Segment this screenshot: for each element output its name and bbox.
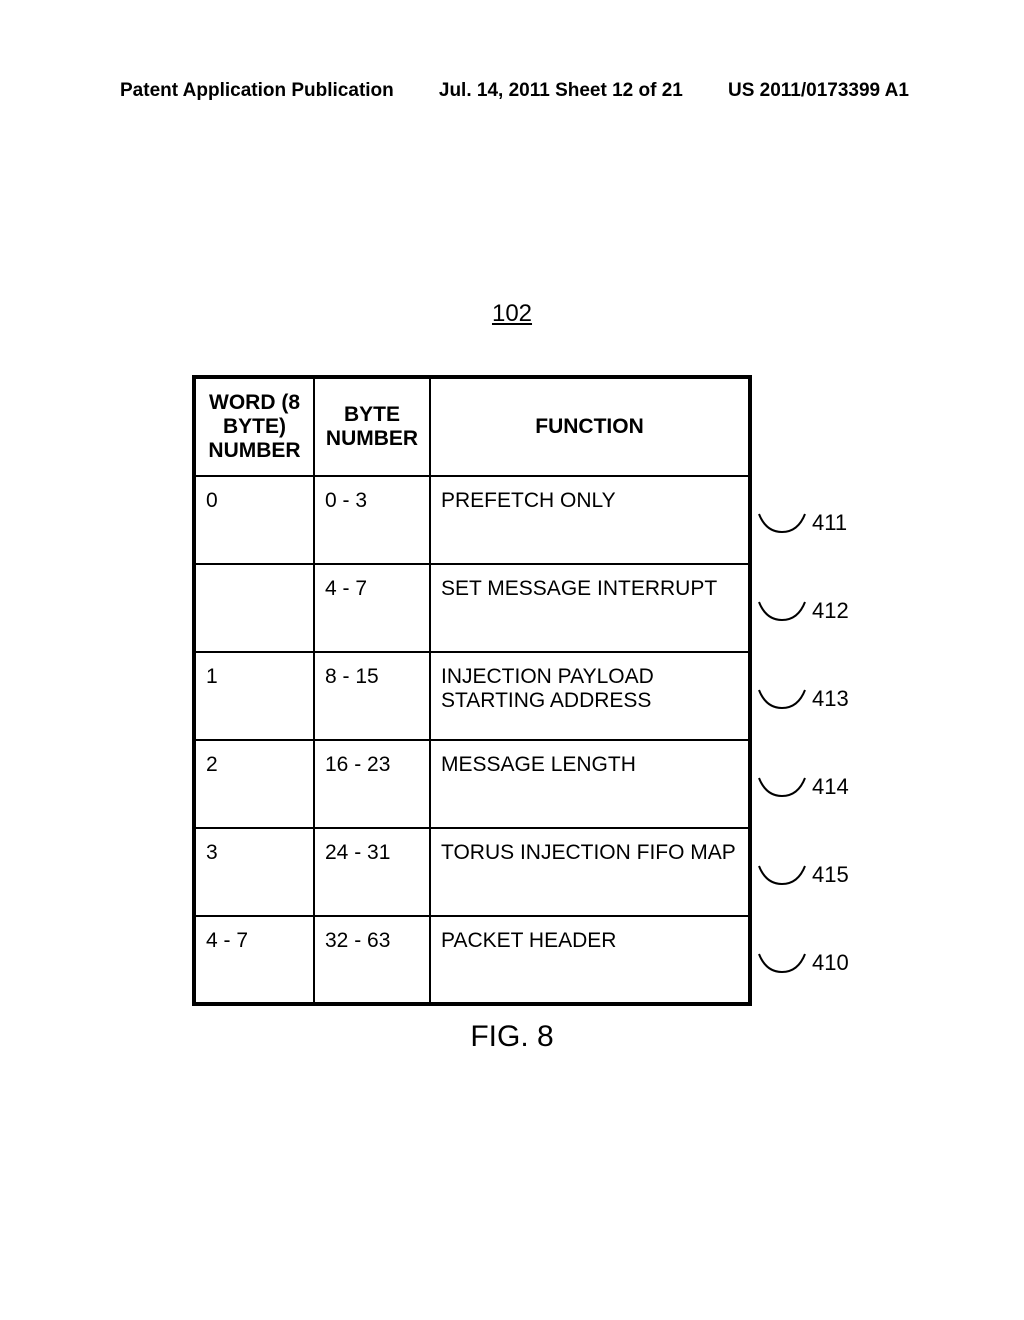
callout: 413 — [758, 686, 849, 712]
figure-caption: FIG. 8 — [470, 1020, 553, 1054]
table-row: 4 - 7 SET MESSAGE INTERRUPT — [194, 564, 750, 652]
callout-number: 414 — [812, 774, 849, 800]
callout-curve-icon — [758, 774, 806, 800]
table-row: 1 8 - 15 INJECTION PAYLOAD STARTING ADDR… — [194, 652, 750, 740]
callout: 411 — [758, 510, 847, 536]
header-left: Patent Application Publication — [120, 80, 394, 102]
callout-number: 415 — [812, 862, 849, 888]
table-row: 3 24 - 31 TORUS INJECTION FIFO MAP — [194, 828, 750, 916]
col-header-function: FUNCTION — [430, 377, 750, 476]
cell-word: 1 — [194, 652, 314, 740]
callout-curve-icon — [758, 510, 806, 536]
cell-word: 0 — [194, 476, 314, 564]
callout: 410 — [758, 950, 849, 976]
cell-word — [194, 564, 314, 652]
col-header-byte: BYTE NUMBER — [314, 377, 430, 476]
cell-word: 4 - 7 — [194, 916, 314, 1004]
callout-number: 413 — [812, 686, 849, 712]
page-header: Patent Application Publication Jul. 14, … — [0, 80, 1024, 102]
cell-byte: 4 - 7 — [314, 564, 430, 652]
cell-func: TORUS INJECTION FIFO MAP — [430, 828, 750, 916]
callout-number: 410 — [812, 950, 849, 976]
cell-func: INJECTION PAYLOAD STARTING ADDRESS — [430, 652, 750, 740]
descriptor-table-diagram: WORD (8 BYTE) NUMBER BYTE NUMBER FUNCTIO… — [192, 375, 752, 1006]
header-right: US 2011/0173399 A1 — [728, 80, 909, 102]
descriptor-table: WORD (8 BYTE) NUMBER BYTE NUMBER FUNCTIO… — [192, 375, 752, 1006]
callout-curve-icon — [758, 950, 806, 976]
cell-word: 3 — [194, 828, 314, 916]
col-header-word: WORD (8 BYTE) NUMBER — [194, 377, 314, 476]
cell-func: MESSAGE LENGTH — [430, 740, 750, 828]
cell-byte: 0 - 3 — [314, 476, 430, 564]
cell-word: 2 — [194, 740, 314, 828]
callout-number: 412 — [812, 598, 849, 624]
callout: 414 — [758, 774, 849, 800]
cell-byte: 32 - 63 — [314, 916, 430, 1004]
cell-func: SET MESSAGE INTERRUPT — [430, 564, 750, 652]
table-row: 4 - 7 32 - 63 PACKET HEADER — [194, 916, 750, 1004]
callout: 415 — [758, 862, 849, 888]
callout-curve-icon — [758, 862, 806, 888]
cell-func: PACKET HEADER — [430, 916, 750, 1004]
figure-reference-number: 102 — [492, 300, 532, 328]
table-row: 2 16 - 23 MESSAGE LENGTH — [194, 740, 750, 828]
callout-number: 411 — [812, 510, 847, 536]
cell-func: PREFETCH ONLY — [430, 476, 750, 564]
cell-byte: 24 - 31 — [314, 828, 430, 916]
cell-byte: 16 - 23 — [314, 740, 430, 828]
callout-curve-icon — [758, 598, 806, 624]
callout-curve-icon — [758, 686, 806, 712]
cell-byte: 8 - 15 — [314, 652, 430, 740]
callout: 412 — [758, 598, 849, 624]
header-mid: Jul. 14, 2011 Sheet 12 of 21 — [439, 80, 683, 102]
table-row: 0 0 - 3 PREFETCH ONLY — [194, 476, 750, 564]
